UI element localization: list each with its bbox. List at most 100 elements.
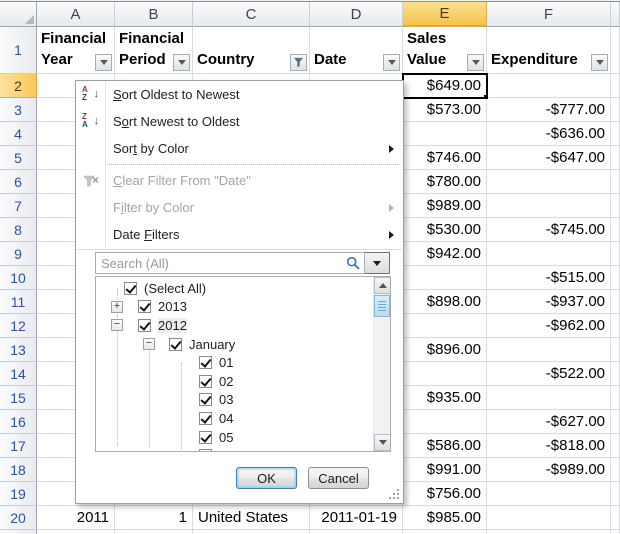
scrollbar-thumb[interactable] — [374, 295, 390, 317]
cell[interactable] — [403, 122, 487, 146]
header-cell-date[interactable]: Date — [310, 27, 403, 74]
plus-expander-icon[interactable]: + — [111, 301, 123, 313]
filter-dropdown-button[interactable] — [383, 54, 400, 71]
cell[interactable]: $756.00 — [403, 482, 487, 506]
cell[interactable]: -$818.00 — [487, 434, 611, 458]
cell[interactable]: United States — [193, 506, 310, 530]
header-cell-sales-value[interactable]: SalesValue — [403, 27, 487, 74]
cell[interactable]: $935.00 — [403, 386, 487, 410]
filter-applied-button[interactable] — [290, 54, 307, 71]
cell[interactable] — [310, 530, 403, 534]
cancel-button[interactable]: Cancel — [308, 467, 369, 489]
cell[interactable] — [487, 386, 611, 410]
cell[interactable]: $573.00 — [403, 98, 487, 122]
tree-item-label[interactable]: 2013 — [158, 299, 187, 314]
cell[interactable] — [487, 338, 611, 362]
checkbox[interactable] — [199, 393, 212, 406]
row-header-1[interactable]: 1 — [0, 27, 37, 74]
cell[interactable]: -$636.00 — [487, 122, 611, 146]
column-header-A[interactable]: A — [37, 2, 115, 27]
column-header-F[interactable]: F — [487, 2, 611, 27]
row-header-partial[interactable] — [0, 530, 37, 534]
tree-item-label[interactable]: (Select All) — [144, 281, 206, 296]
filter-dropdown-button[interactable] — [173, 54, 190, 71]
checkbox[interactable] — [199, 431, 212, 444]
scroll-down-button[interactable] — [374, 434, 391, 451]
cell[interactable]: -$777.00 — [487, 98, 611, 122]
cell[interactable] — [487, 194, 611, 218]
cell[interactable]: -$962.00 — [487, 314, 611, 338]
cell[interactable]: $942.00 — [403, 242, 487, 266]
cell[interactable]: 2011 — [37, 506, 115, 530]
row-header-13[interactable]: 13 — [0, 338, 37, 362]
resize-grip[interactable] — [389, 489, 400, 500]
menu-item-sort-oldest-to-newest[interactable]: AZ↓ Sort Oldest to Newest — [76, 81, 403, 108]
menu-item-clear-filter[interactable]: Clear Filter From "Date" — [76, 167, 403, 194]
header-cell-financial-period[interactable]: FinancialPeriod — [115, 27, 193, 74]
tree-item-label[interactable]: 02 — [219, 374, 233, 389]
checkbox[interactable] — [138, 300, 151, 313]
cell[interactable] — [487, 482, 611, 506]
row-header-11[interactable]: 11 — [0, 290, 37, 314]
row-header-6[interactable]: 6 — [0, 170, 37, 194]
cell[interactable]: -$522.00 — [487, 362, 611, 386]
header-cell-country[interactable]: Country — [193, 27, 310, 74]
checkbox[interactable] — [138, 319, 151, 332]
column-header-E[interactable]: E — [403, 2, 487, 27]
cell[interactable] — [487, 530, 611, 534]
cell[interactable]: $649.00 — [403, 74, 487, 98]
select-all-corner[interactable] — [0, 2, 37, 27]
column-header-B[interactable]: B — [115, 2, 193, 27]
row-header-8[interactable]: 8 — [0, 218, 37, 242]
checkbox[interactable] — [199, 412, 212, 425]
row-header-19[interactable]: 19 — [0, 482, 37, 506]
checkbox[interactable] — [199, 375, 212, 388]
row-header-20[interactable]: 20 — [0, 506, 37, 530]
row-header-18[interactable]: 18 — [0, 458, 37, 482]
fill-handle[interactable] — [483, 94, 487, 98]
checkbox[interactable] — [169, 338, 182, 351]
cell[interactable]: 2011-01-19 — [310, 506, 403, 530]
row-header-10[interactable]: 10 — [0, 266, 37, 290]
row-header-9[interactable]: 9 — [0, 242, 37, 266]
tree-item-label[interactable]: 03 — [219, 392, 233, 407]
row-header-12[interactable]: 12 — [0, 314, 37, 338]
vertical-scrollbar[interactable] — [373, 277, 390, 451]
column-header-D[interactable]: D — [310, 2, 403, 27]
search-dropdown-button[interactable] — [365, 252, 390, 274]
cell[interactable]: $780.00 — [403, 170, 487, 194]
row-header-14[interactable]: 14 — [0, 362, 37, 386]
cell[interactable] — [403, 266, 487, 290]
filter-dropdown-button[interactable] — [467, 54, 484, 71]
cell[interactable]: -$627.00 — [487, 410, 611, 434]
row-header-4[interactable]: 4 — [0, 122, 37, 146]
checkbox[interactable] — [124, 282, 137, 295]
minus-expander-icon[interactable]: − — [111, 319, 123, 331]
tree-item-label[interactable]: January — [189, 337, 235, 352]
menu-item-sort-by-color[interactable]: Sort by Color — [76, 135, 403, 162]
cell[interactable] — [403, 314, 487, 338]
checkbox[interactable] — [199, 356, 212, 369]
cell[interactable]: -$937.00 — [487, 290, 611, 314]
cell[interactable] — [403, 410, 487, 434]
row-header-5[interactable]: 5 — [0, 146, 37, 170]
row-header-2[interactable]: 2 — [0, 74, 37, 98]
cell[interactable] — [403, 362, 487, 386]
tree-item-label[interactable]: 01 — [219, 355, 233, 370]
cell[interactable] — [487, 170, 611, 194]
menu-item-filter-by-color[interactable]: Filter by Color — [76, 194, 403, 221]
row-header-7[interactable]: 7 — [0, 194, 37, 218]
cell[interactable]: -$515.00 — [487, 266, 611, 290]
tree-item-label[interactable]: 04 — [219, 411, 233, 426]
cell[interactable]: $896.00 — [403, 338, 487, 362]
row-header-15[interactable]: 15 — [0, 386, 37, 410]
tree-item-label[interactable]: 05 — [219, 430, 233, 445]
cell[interactable]: 1 — [115, 506, 193, 530]
cell[interactable] — [115, 530, 193, 534]
cell[interactable] — [403, 530, 487, 534]
filter-dropdown-button[interactable] — [591, 54, 608, 71]
menu-item-date-filters[interactable]: Date Filters — [76, 221, 403, 248]
scroll-up-button[interactable] — [374, 277, 391, 294]
checkbox[interactable] — [199, 449, 212, 451]
row-header-3[interactable]: 3 — [0, 98, 37, 122]
